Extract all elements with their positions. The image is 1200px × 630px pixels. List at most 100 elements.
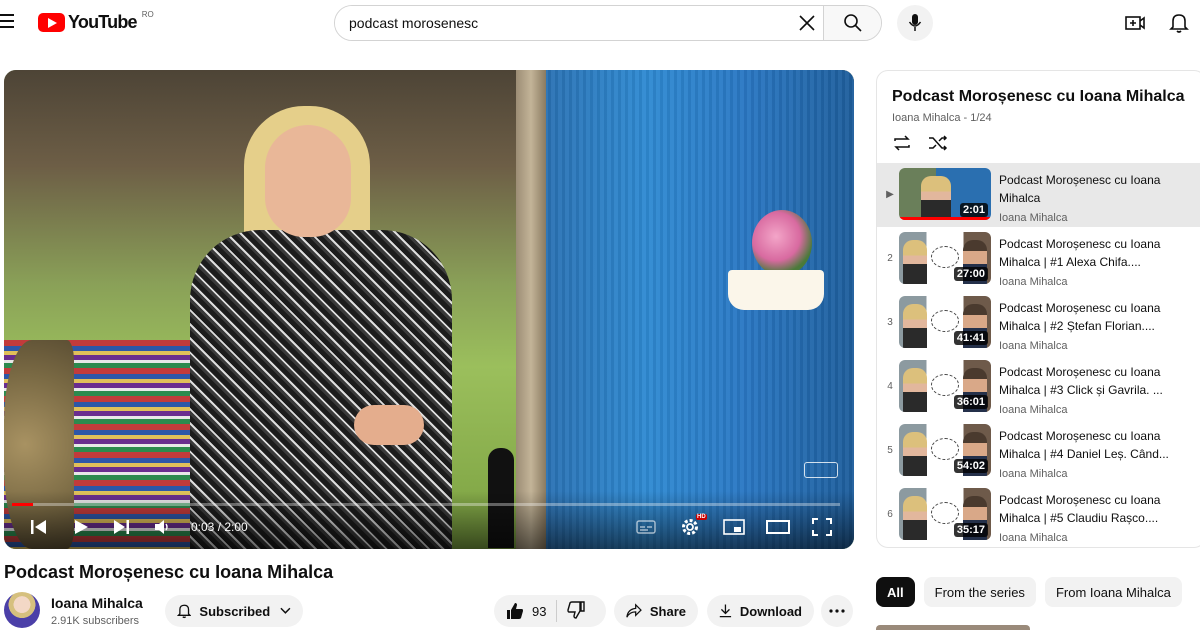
fullscreen-icon: [812, 518, 832, 536]
thumbs-down-icon: [567, 600, 586, 619]
divider: [556, 600, 558, 622]
playlist-item[interactable]: 2 27:00 Podcast Moroșenesc cu Ioana Miha…: [877, 227, 1200, 291]
playlist-item[interactable]: 3 41:41 Podcast Moroșenesc cu Ioana Miha…: [877, 291, 1200, 355]
loop-icon: [894, 135, 910, 151]
playlist-item-title: Podcast Moroșenesc cu Ioana Mihalca | #2…: [999, 301, 1161, 333]
like-count: 93: [532, 603, 547, 619]
flower-pot-flowers: [752, 210, 812, 276]
fullscreen-button[interactable]: [812, 516, 832, 538]
wooden-post: [516, 70, 546, 549]
share-button[interactable]: Share: [614, 595, 698, 627]
playlist-panel: Podcast Moroșenesc cu Ioana Mihalca Ioan…: [876, 70, 1200, 548]
hd-badge: HD: [696, 514, 707, 520]
playlist-item-channel: Ioana Mihalca: [999, 340, 1068, 352]
playlist-item[interactable]: 5 54:02 Podcast Moroșenesc cu Ioana Miha…: [877, 419, 1200, 483]
playlist-item-channel: Ioana Mihalca: [999, 212, 1068, 224]
download-label: Download: [739, 603, 802, 619]
play-button[interactable]: [73, 516, 89, 538]
playlist-item-index: 2: [887, 253, 893, 264]
playlist-item-title: Podcast Moroșenesc cu Ioana Mihalca | #4…: [999, 429, 1169, 461]
playlist-item-index: 4: [887, 381, 893, 392]
video-thumbnail: 27:00: [899, 232, 991, 284]
chip-all[interactable]: All: [876, 577, 915, 607]
next-button[interactable]: [112, 516, 130, 538]
video-duration: 41:41: [953, 331, 988, 345]
channel-avatar[interactable]: [4, 592, 40, 628]
search-box: [334, 5, 882, 41]
previous-button[interactable]: [30, 516, 48, 538]
video-duration: 27:00: [953, 267, 988, 281]
video-thumbnail: 35:17: [899, 488, 991, 540]
thumbnail-portrait: [921, 176, 951, 220]
playlist-item-index: 3: [887, 317, 893, 328]
video-thumbnail: 41:41: [899, 296, 991, 348]
related-filter-chips: All From the series From Ioana Mihalca: [876, 577, 1191, 607]
subtitles-button[interactable]: [636, 516, 656, 538]
playlist-meta: Ioana Mihalca - 1/24: [892, 112, 992, 124]
captions-icon: [636, 520, 656, 534]
playlist-item-channel: Ioana Mihalca: [999, 404, 1068, 416]
next-video-thumbnail[interactable]: [876, 625, 1030, 630]
top-bar: YouTube RO: [0, 0, 1200, 46]
theater-mode-button[interactable]: [766, 516, 790, 538]
video-player[interactable]: [4, 70, 854, 549]
video-thumbnail: 2:01: [899, 168, 991, 220]
thumbnail-portrait: [903, 368, 927, 412]
progress-bar[interactable]: [12, 503, 840, 506]
menu-icon[interactable]: [0, 14, 16, 30]
dislike-button[interactable]: [567, 600, 586, 622]
watched-progress: [899, 217, 991, 220]
previous-icon: [31, 520, 46, 534]
next-icon: [114, 520, 129, 534]
thumbnail-portrait: [903, 240, 927, 284]
video-thumbnail: 36:01: [899, 360, 991, 412]
loop-playlist-button[interactable]: [892, 135, 912, 156]
video-duration: 36:01: [953, 395, 988, 409]
chip-from-the-series[interactable]: From the series: [923, 577, 1036, 607]
download-button[interactable]: Download: [707, 595, 814, 627]
video-thumbnail: 54:02: [899, 424, 991, 476]
share-icon: [626, 603, 642, 618]
bell-icon: [177, 604, 192, 619]
playlist-item-channel: Ioana Mihalca: [999, 276, 1068, 288]
playlist-item[interactable]: ▶ 2:01 Podcast Moroșenesc cu Ioana Mihal…: [877, 163, 1200, 227]
video-duration: 35:17: [953, 523, 988, 537]
chip-from-channel[interactable]: From Ioana Mihalca: [1044, 577, 1182, 607]
podcast-logo: [931, 374, 959, 396]
logo-text: YouTube: [68, 12, 138, 32]
playlist-item-index: 6: [887, 509, 893, 520]
playlist-item[interactable]: 4 36:01 Podcast Moroșenesc cu Ioana Miha…: [877, 355, 1200, 419]
thumbnail-portrait: [903, 496, 927, 540]
voice-search-button[interactable]: [897, 5, 933, 41]
create-button[interactable]: [1124, 12, 1146, 39]
playlist-item-channel: Ioana Mihalca: [999, 468, 1068, 480]
download-icon: [719, 604, 732, 618]
subscribed-button[interactable]: Subscribed: [165, 595, 303, 627]
country-code: RO: [141, 10, 154, 19]
thumbnail-portrait: [903, 304, 927, 348]
create-video-icon: [1125, 16, 1145, 30]
mute-button[interactable]: [154, 516, 170, 538]
shuffle-playlist-button[interactable]: [928, 135, 948, 156]
microphone-icon: [908, 14, 922, 31]
clear-search-icon[interactable]: [791, 6, 823, 40]
host-hands: [354, 405, 424, 445]
video-title: Podcast Moroșenesc cu Ioana Mihalca: [4, 562, 334, 582]
search-input[interactable]: [335, 6, 791, 40]
share-label: Share: [649, 603, 686, 619]
miniplayer-button[interactable]: [723, 516, 745, 538]
podcast-logo: [931, 310, 959, 332]
playlist-title[interactable]: Podcast Moroșenesc cu Ioana Mihalca: [892, 88, 1185, 106]
notifications-button[interactable]: [1169, 12, 1189, 39]
subscriber-count: 2.91K subscribers: [51, 615, 140, 627]
channel-watermark[interactable]: [804, 462, 838, 478]
gear-icon: [682, 519, 698, 535]
youtube-logo[interactable]: YouTube RO: [38, 10, 154, 33]
like-button[interactable]: 93: [506, 602, 546, 620]
host-face: [265, 125, 351, 237]
channel-name[interactable]: Ioana Mihalca: [51, 595, 143, 611]
playlist-item[interactable]: 6 35:17 Podcast Moroșenesc cu Ioana Miha…: [877, 483, 1200, 547]
search-button[interactable]: [823, 6, 881, 40]
playlist-item-index: 5: [887, 445, 893, 456]
more-actions-button[interactable]: [821, 595, 853, 627]
